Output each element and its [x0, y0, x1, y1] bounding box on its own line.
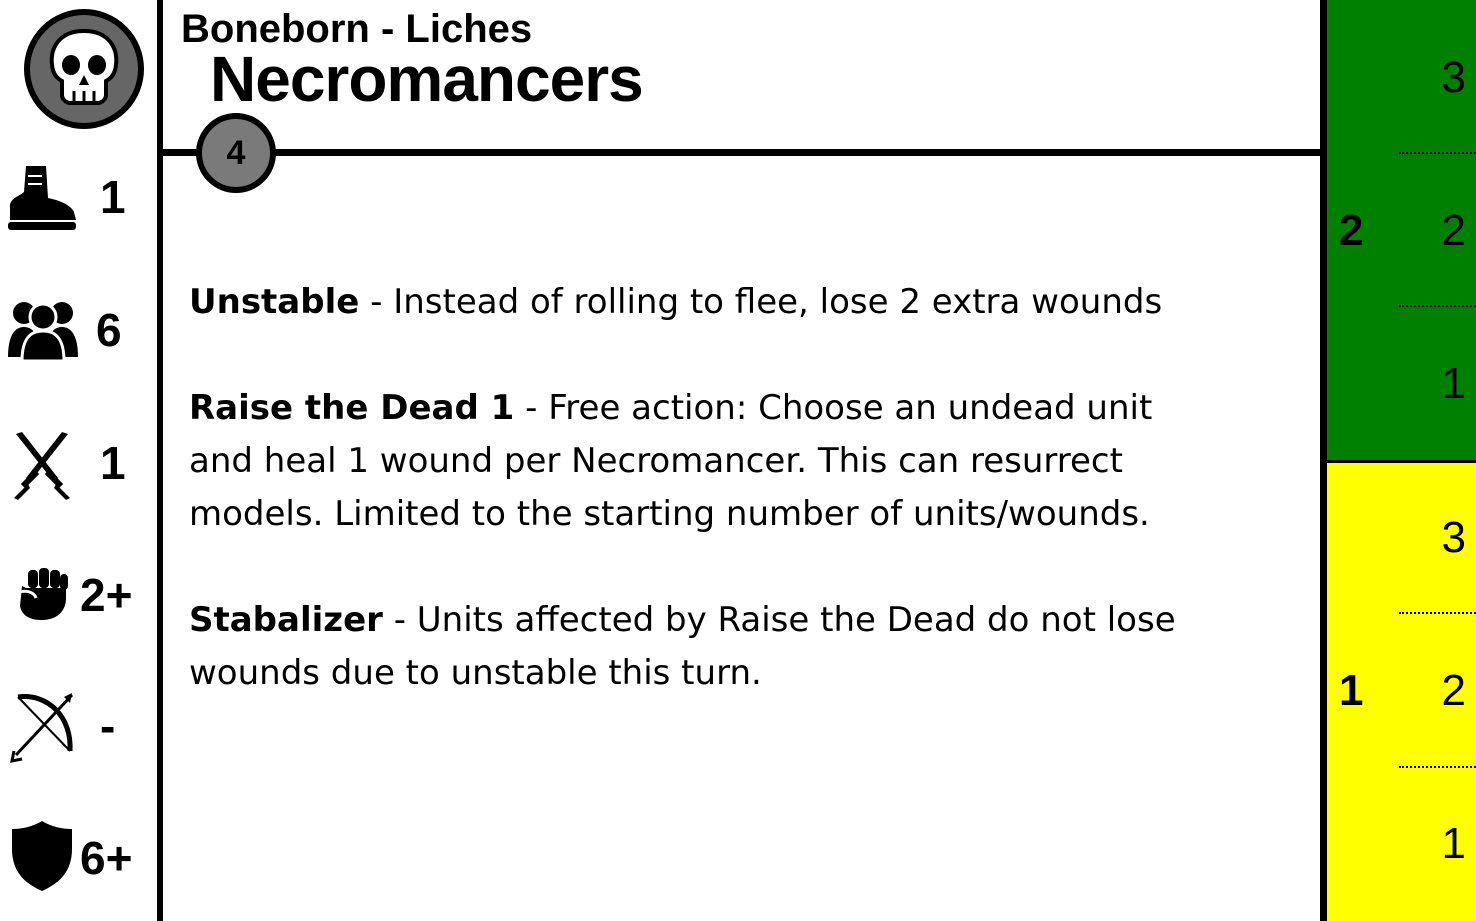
bow-icon [10, 693, 74, 763]
band-level: 2 [1339, 206, 1364, 255]
rules-text: Unstable - Instead of rolling to flee, l… [189, 276, 1189, 753]
shield-icon [12, 821, 72, 891]
crossed-swords-icon [14, 432, 70, 500]
header-divider [160, 149, 1322, 156]
group-icon [8, 302, 78, 361]
rule-description: - Instead of rolling to flee, lose 2 ext… [359, 282, 1163, 322]
dotted-divider [1399, 305, 1476, 307]
wound-cell: 2 [1441, 666, 1466, 715]
rule-name: Stabalizer [189, 600, 383, 640]
dotted-divider [1399, 766, 1476, 768]
wound-cell: 2 [1441, 206, 1466, 255]
stat-movement-value: 1 [100, 171, 126, 223]
wound-cell: 1 [1441, 819, 1466, 868]
fist-icon [19, 568, 68, 620]
rule-stabalizer: Stabalizer - Units affected by Raise the… [189, 594, 1189, 700]
column-divider [157, 0, 163, 921]
rule-unstable: Unstable - Instead of rolling to flee, l… [189, 276, 1189, 329]
unit-title: Necromancers [210, 43, 644, 115]
stat-movement: 1 [0, 152, 155, 242]
rule-name: Unstable [189, 282, 360, 322]
track-band-green: 3 2 2 1 [1327, 0, 1476, 460]
wound-cell: 3 [1441, 513, 1466, 562]
stat-attacks: 1 [0, 418, 155, 508]
stat-defense-value: 6+ [80, 832, 133, 884]
stat-unit-size-value: 6 [96, 304, 122, 356]
rule-name: Raise the Dead 1 [189, 388, 515, 428]
cost-badge: 4 [196, 113, 276, 193]
stat-attacks-value: 1 [100, 437, 126, 489]
wound-cell: 1 [1441, 359, 1466, 408]
stat-melee-value: 2+ [80, 569, 133, 621]
rule-raise-the-dead: Raise the Dead 1 - Free action: Choose a… [189, 382, 1189, 541]
dotted-divider [1399, 152, 1476, 154]
stat-melee: 2+ [0, 550, 155, 640]
band-level: 1 [1339, 666, 1364, 715]
stat-unit-size: 6 [0, 285, 155, 375]
wound-cell: 3 [1441, 53, 1466, 102]
track-band-yellow: 3 1 2 1 [1327, 463, 1476, 921]
boot-icon [8, 166, 76, 230]
dotted-divider [1399, 612, 1476, 614]
stat-defense: 6+ [0, 815, 155, 905]
stat-ranged-value: - [100, 700, 116, 752]
faction-skull-icon [22, 7, 146, 131]
stat-ranged: - [0, 683, 155, 773]
